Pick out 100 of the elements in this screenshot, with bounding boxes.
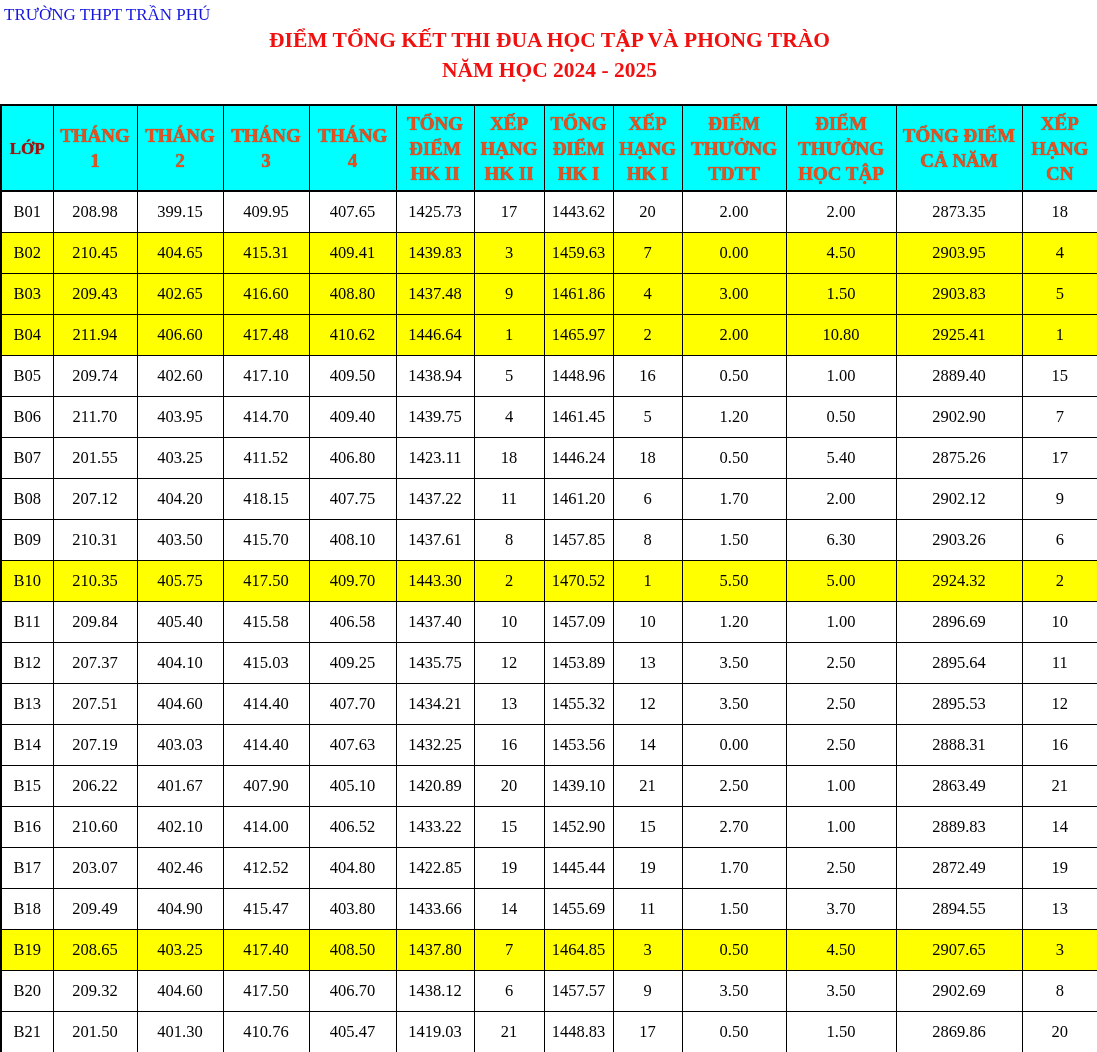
score-cell: 5.50 xyxy=(682,560,786,602)
class-cell: B20 xyxy=(1,970,53,1012)
column-header: THÁNG 1 xyxy=(53,105,137,191)
score-cell: 1452.90 xyxy=(544,806,613,848)
score-cell: 0.50 xyxy=(682,355,786,397)
score-cell: 1470.52 xyxy=(544,560,613,602)
score-cell: 207.12 xyxy=(53,478,137,520)
score-cell: 417.48 xyxy=(223,314,309,356)
score-cell: 408.80 xyxy=(309,273,396,315)
score-cell: 11 xyxy=(613,888,682,930)
score-cell: 1 xyxy=(613,560,682,602)
score-cell: 417.40 xyxy=(223,929,309,971)
score-cell: 414.40 xyxy=(223,683,309,725)
score-cell: 2902.12 xyxy=(896,478,1022,520)
score-cell: 211.70 xyxy=(53,396,137,438)
class-cell: B01 xyxy=(1,191,53,233)
score-cell: 411.52 xyxy=(223,437,309,479)
score-cell: 21 xyxy=(613,765,682,807)
score-cell: 404.80 xyxy=(309,847,396,889)
score-cell: 0.50 xyxy=(682,437,786,479)
score-cell: 406.80 xyxy=(309,437,396,479)
score-cell: 412.52 xyxy=(223,847,309,889)
class-cell: B18 xyxy=(1,888,53,930)
score-cell: 1446.24 xyxy=(544,437,613,479)
score-cell: 402.46 xyxy=(137,847,223,889)
score-cell: 2889.83 xyxy=(896,806,1022,848)
score-cell: 1 xyxy=(474,314,544,356)
score-cell: 0.00 xyxy=(682,724,786,766)
score-cell: 402.65 xyxy=(137,273,223,315)
score-cell: 11 xyxy=(474,478,544,520)
score-cell: 2.00 xyxy=(682,191,786,233)
score-cell: 1439.10 xyxy=(544,765,613,807)
score-cell: 1425.73 xyxy=(396,191,474,233)
score-cell: 404.60 xyxy=(137,970,223,1012)
score-cell: 209.43 xyxy=(53,273,137,315)
score-cell: 399.15 xyxy=(137,191,223,233)
score-cell: 10 xyxy=(613,601,682,643)
score-cell: 9 xyxy=(474,273,544,315)
score-cell: 3.50 xyxy=(682,642,786,684)
score-cell: 1.70 xyxy=(682,478,786,520)
score-cell: 1432.25 xyxy=(396,724,474,766)
column-header: TỔNG ĐIỂM HK II xyxy=(396,105,474,191)
score-cell: 3.50 xyxy=(682,970,786,1012)
score-cell: 4 xyxy=(1022,232,1097,274)
score-cell: 206.22 xyxy=(53,765,137,807)
score-cell: 1455.69 xyxy=(544,888,613,930)
score-cell: 405.75 xyxy=(137,560,223,602)
score-cell: 401.67 xyxy=(137,765,223,807)
score-cell: 1439.83 xyxy=(396,232,474,274)
score-cell: 15 xyxy=(613,806,682,848)
score-cell: 1443.62 xyxy=(544,191,613,233)
score-cell: 208.98 xyxy=(53,191,137,233)
score-cell: 414.70 xyxy=(223,396,309,438)
score-cell: 14 xyxy=(474,888,544,930)
score-cell: 415.47 xyxy=(223,888,309,930)
score-cell: 1461.86 xyxy=(544,273,613,315)
column-header: ĐIỂM THƯỞNG TDTT xyxy=(682,105,786,191)
score-cell: 409.40 xyxy=(309,396,396,438)
score-cell: 209.49 xyxy=(53,888,137,930)
score-cell: 402.60 xyxy=(137,355,223,397)
score-cell: 5 xyxy=(474,355,544,397)
score-cell: 1457.09 xyxy=(544,601,613,643)
score-cell: 17 xyxy=(474,191,544,233)
score-cell: 13 xyxy=(474,683,544,725)
score-cell: 210.35 xyxy=(53,560,137,602)
score-cell: 1.50 xyxy=(682,888,786,930)
score-cell: 18 xyxy=(613,437,682,479)
score-cell: 1.50 xyxy=(682,519,786,561)
score-cell: 2896.69 xyxy=(896,601,1022,643)
score-cell: 403.95 xyxy=(137,396,223,438)
score-cell: 409.41 xyxy=(309,232,396,274)
score-cell: 402.10 xyxy=(137,806,223,848)
score-cell: 2.50 xyxy=(786,683,896,725)
score-cell: 210.45 xyxy=(53,232,137,274)
score-cell: 417.10 xyxy=(223,355,309,397)
score-cell: 5.40 xyxy=(786,437,896,479)
column-header: ĐIỂM THƯỞNG HỌC TẬP xyxy=(786,105,896,191)
score-cell: 409.95 xyxy=(223,191,309,233)
score-cell: 4 xyxy=(474,396,544,438)
score-cell: 1455.32 xyxy=(544,683,613,725)
score-cell: 1.20 xyxy=(682,601,786,643)
column-header: THÁNG 3 xyxy=(223,105,309,191)
score-cell: 1438.94 xyxy=(396,355,474,397)
score-cell: 16 xyxy=(474,724,544,766)
score-cell: 406.60 xyxy=(137,314,223,356)
score-cell: 6 xyxy=(474,970,544,1012)
score-cell: 407.75 xyxy=(309,478,396,520)
score-cell: 404.65 xyxy=(137,232,223,274)
score-cell: 3.50 xyxy=(786,970,896,1012)
score-cell: 209.84 xyxy=(53,601,137,643)
score-cell: 2902.90 xyxy=(896,396,1022,438)
score-cell: 1423.11 xyxy=(396,437,474,479)
score-cell: 3 xyxy=(474,232,544,274)
score-cell: 2 xyxy=(1022,560,1097,602)
score-cell: 1445.44 xyxy=(544,847,613,889)
column-header: THÁNG 4 xyxy=(309,105,396,191)
score-cell: 20 xyxy=(474,765,544,807)
class-cell: B05 xyxy=(1,355,53,397)
score-cell: 2903.95 xyxy=(896,232,1022,274)
score-cell: 1437.61 xyxy=(396,519,474,561)
